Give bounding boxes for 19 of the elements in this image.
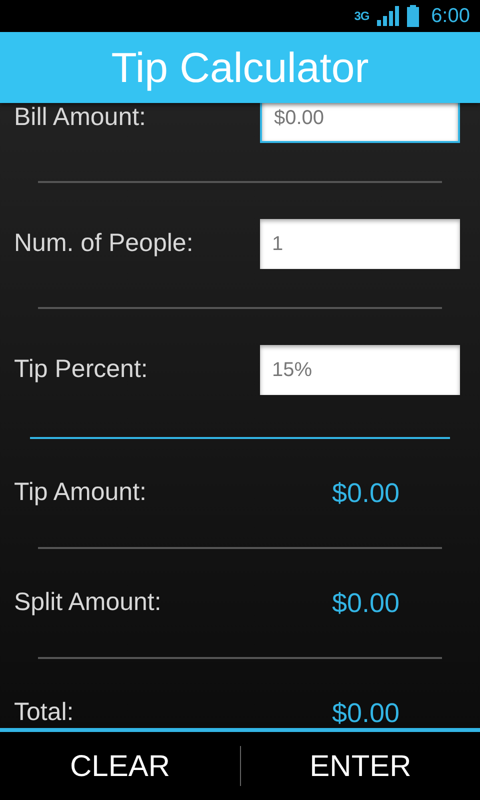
- app-title: Tip Calculator: [111, 46, 369, 88]
- result-value: $0.00: [332, 696, 400, 728]
- signal-icon: [377, 6, 400, 26]
- input-field[interactable]: $0.00: [260, 103, 460, 143]
- result-value: $0.00: [332, 586, 400, 620]
- result-value: $0.00: [332, 476, 400, 510]
- result-label: Split Amount:: [14, 587, 162, 618]
- field-label: Tip Percent:: [14, 354, 148, 386]
- input-field[interactable]: 15%: [260, 345, 460, 395]
- action-button[interactable]: ENTER: [241, 732, 480, 800]
- result-label: Tip Amount:: [14, 477, 148, 508]
- result-label: Total:: [14, 697, 75, 728]
- input-field[interactable]: 1: [260, 219, 460, 269]
- network-label: 3G: [354, 10, 370, 22]
- clock-time: 6:00: [431, 4, 470, 29]
- field-label: Bill Amount:: [14, 103, 146, 134]
- battery-icon: [407, 5, 420, 27]
- field-label: Num. of People:: [14, 228, 194, 260]
- action-button[interactable]: CLEAR: [0, 732, 240, 800]
